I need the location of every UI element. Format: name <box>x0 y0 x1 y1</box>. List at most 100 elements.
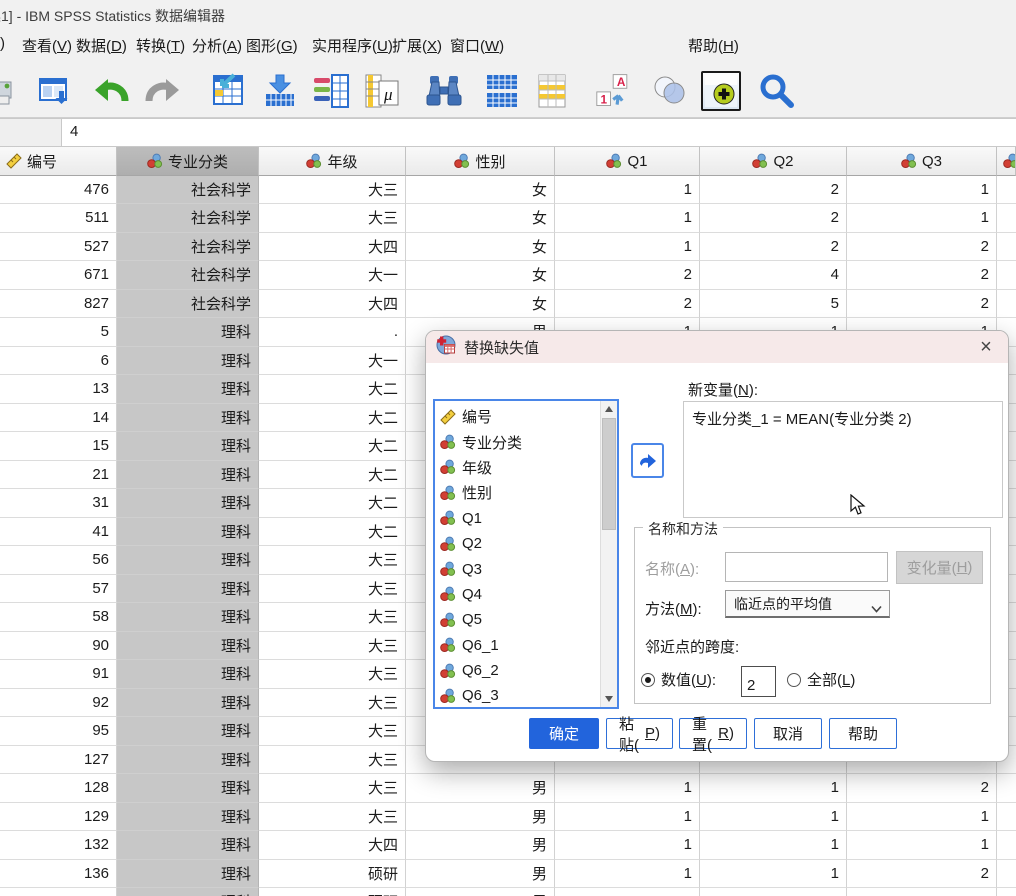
cell[interactable]: 1 <box>555 175 700 204</box>
variable-item-Q6_1[interactable]: Q6_1 <box>435 633 603 658</box>
variable-item-Q5[interactable]: Q5 <box>435 607 603 632</box>
cell[interactable]: 男 <box>406 859 555 888</box>
cell[interactable]: 41 <box>0 517 117 546</box>
name-input[interactable] <box>725 552 888 582</box>
cell[interactable]: 4 <box>700 261 847 290</box>
cell[interactable]: 大二 <box>259 489 406 518</box>
cell[interactable]: 95 <box>0 717 117 746</box>
scrollbar-thumb[interactable] <box>602 418 616 530</box>
variable-item-性别[interactable]: 性别 <box>435 480 603 505</box>
cell[interactable]: 大二 <box>259 432 406 461</box>
cell[interactable]: 58 <box>0 603 117 632</box>
cell[interactable]: 1 <box>555 802 700 831</box>
scroll-up-icon[interactable] <box>601 401 617 417</box>
cell[interactable]: 社会科学 <box>117 175 259 204</box>
cell[interactable]: 1 <box>700 831 847 860</box>
span-value-input[interactable]: 2 <box>741 666 776 697</box>
cell[interactable]: 2 <box>847 289 997 318</box>
cell[interactable]: 14 <box>0 403 117 432</box>
cell[interactable]: 1 <box>555 831 700 860</box>
cell[interactable]: 671 <box>0 261 117 290</box>
cell[interactable]: 127 <box>0 745 117 774</box>
cell[interactable]: 男 <box>406 888 555 896</box>
cell[interactable]: 大三 <box>259 745 406 774</box>
cell[interactable]: 大二 <box>259 403 406 432</box>
reset-button[interactable]: 重置(R) <box>679 716 747 754</box>
cell[interactable]: 2 <box>847 261 997 290</box>
cell[interactable]: 女 <box>406 204 555 233</box>
redo-icon[interactable] <box>142 71 182 111</box>
cell[interactable]: 大三 <box>259 204 406 233</box>
radio-unchecked-icon[interactable] <box>787 672 801 687</box>
cell[interactable]: 理科 <box>117 546 259 575</box>
cell[interactable]: 6 <box>0 346 117 375</box>
cell[interactable]: 2 <box>847 888 997 896</box>
cell[interactable]: 男 <box>406 802 555 831</box>
cell[interactable]: 理科 <box>117 745 259 774</box>
cell[interactable]: 社会科学 <box>117 289 259 318</box>
cell[interactable]: 1 <box>700 859 847 888</box>
cell[interactable]: 社会科学 <box>117 261 259 290</box>
cell[interactable]: 2 <box>847 232 997 261</box>
column-header-专业分类[interactable]: 专业分类 <box>117 147 259 176</box>
close-icon[interactable]: × <box>974 336 998 359</box>
menu-item-window[interactable]: 窗口(W) <box>450 35 504 56</box>
use-variable-sets-icon[interactable] <box>650 71 690 111</box>
printer-icon[interactable] <box>0 71 36 111</box>
cell[interactable]: 1 <box>700 774 847 803</box>
cell[interactable]: 476 <box>0 175 117 204</box>
menu-item-help[interactable]: 帮助(H) <box>688 35 739 56</box>
source-variable-list[interactable]: 编号 专业分类 年级 性别 Q1 Q2 Q3 Q4 Q5 Q6_1 Q6_2 Q6_3 <box>433 399 619 709</box>
cell[interactable]: 大四 <box>259 831 406 860</box>
cell[interactable]: 132 <box>0 831 117 860</box>
cell[interactable]: 理科 <box>117 574 259 603</box>
cell[interactable]: 91 <box>0 660 117 689</box>
cell[interactable]: 2 <box>700 204 847 233</box>
cell[interactable]: 理科 <box>117 318 259 347</box>
cell[interactable]: 5 <box>700 289 847 318</box>
column-header-Q3[interactable]: Q3 <box>847 147 997 176</box>
cell[interactable]: 理科 <box>117 403 259 432</box>
cell[interactable]: 理科 <box>117 631 259 660</box>
cell[interactable]: 大四 <box>259 289 406 318</box>
cell[interactable]: 硕研 <box>259 888 406 896</box>
cell[interactable]: 社会科学 <box>117 232 259 261</box>
variable-item-Q2[interactable]: Q2 <box>435 531 603 556</box>
radio-number-option[interactable]: 数值(U): <box>641 669 716 690</box>
search-icon[interactable] <box>757 71 797 111</box>
cell[interactable]: 理科 <box>117 688 259 717</box>
cell[interactable]: 理科 <box>117 859 259 888</box>
insert-cases-icon[interactable] <box>260 71 300 111</box>
menu-item-transform[interactable]: 转换(T) <box>136 35 185 56</box>
cell[interactable]: 1 <box>555 774 700 803</box>
goto-case-icon[interactable] <box>206 71 246 111</box>
cell[interactable]: 90 <box>0 631 117 660</box>
cell[interactable]: 2 <box>847 774 997 803</box>
cell-edit-input[interactable]: 4 <box>62 118 1016 147</box>
cell[interactable]: 理科 <box>117 375 259 404</box>
cell[interactable]: 15 <box>0 432 117 461</box>
cell[interactable]: 129 <box>0 802 117 831</box>
cell[interactable]: 理科 <box>117 460 259 489</box>
cell[interactable]: 2 <box>700 232 847 261</box>
variable-item-Q6_2[interactable]: Q6_2 <box>435 658 603 683</box>
cell[interactable]: 大三 <box>259 603 406 632</box>
cell[interactable]: 2 <box>700 175 847 204</box>
menu-item-analyze[interactable]: 分析(A) <box>192 35 242 56</box>
cell[interactable]: 511 <box>0 204 117 233</box>
cell[interactable]: 1 <box>555 888 700 896</box>
cell[interactable]: 1 <box>555 204 700 233</box>
cell[interactable]: 128 <box>0 774 117 803</box>
cell[interactable]: 56 <box>0 546 117 575</box>
variable-item-年级[interactable]: 年级 <box>435 455 603 480</box>
dialog-title-bar[interactable]: 替换缺失值 × <box>426 331 1008 363</box>
cell[interactable]: 1 <box>555 859 700 888</box>
cell[interactable]: 57 <box>0 574 117 603</box>
cell[interactable]: 理科 <box>117 517 259 546</box>
cell[interactable]: 137 <box>0 888 117 896</box>
cell[interactable]: 大二 <box>259 375 406 404</box>
cancel-button[interactable]: 取消 <box>754 718 822 749</box>
cell[interactable]: 理科 <box>117 717 259 746</box>
variable-properties-icon[interactable]: μ <box>362 71 402 111</box>
cell[interactable]: 硕研 <box>259 859 406 888</box>
